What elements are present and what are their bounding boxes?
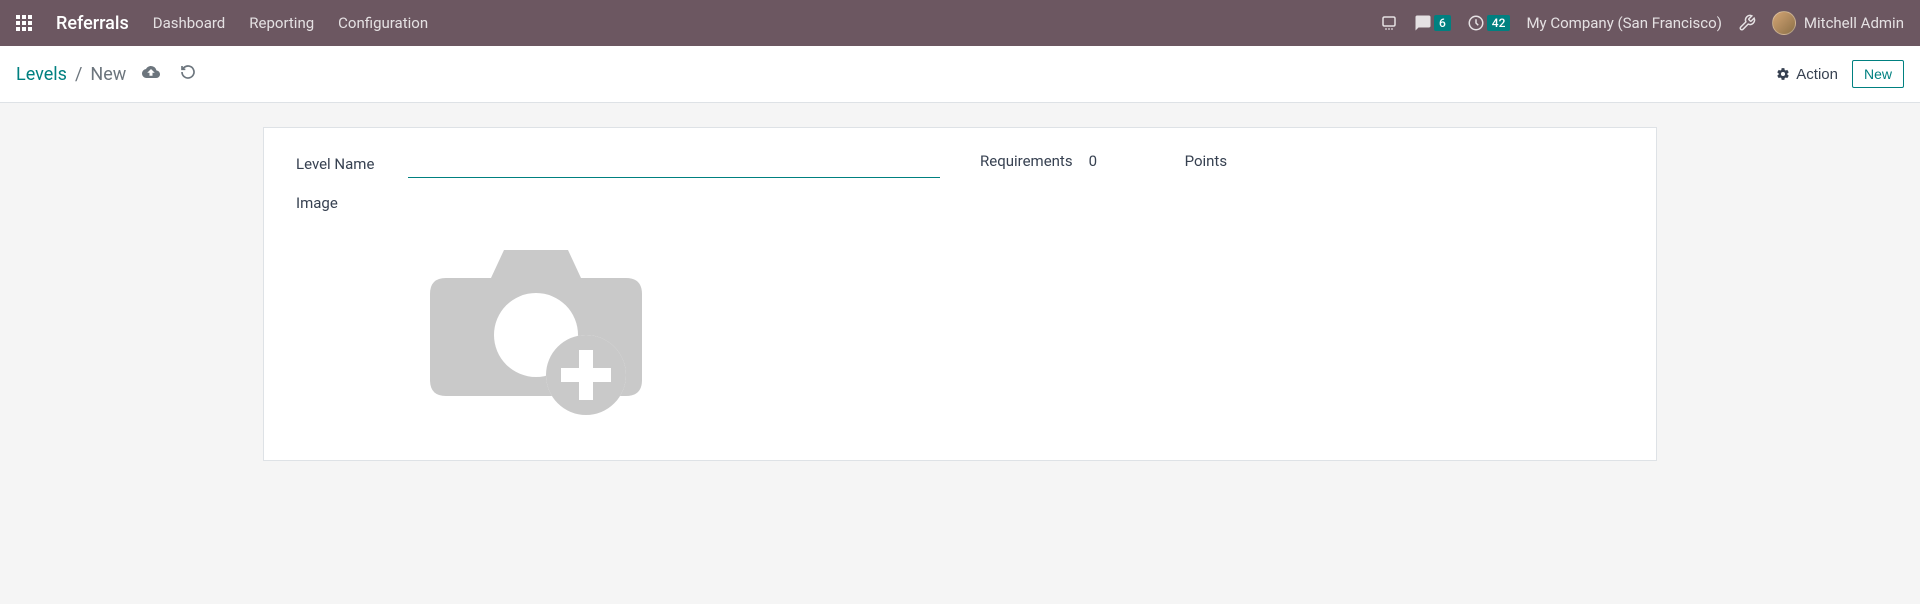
avatar [1772, 11, 1796, 35]
user-menu[interactable]: Mitchell Admin [1772, 11, 1904, 35]
field-level-name: Level Name [296, 152, 940, 178]
field-image: Image [296, 194, 1624, 420]
form-col-left: Level Name [296, 152, 940, 178]
debug-icon[interactable] [1738, 14, 1756, 32]
image-upload[interactable] [406, 220, 666, 420]
status-icons [142, 63, 196, 85]
control-right: Action New [1776, 60, 1904, 88]
navbar-right: 6 42 My Company (San Francisco) Mitchell… [1380, 11, 1904, 35]
breadcrumb-current: New [90, 64, 126, 85]
requirements-label: Requirements [980, 152, 1073, 170]
messages-icon[interactable]: 6 [1414, 14, 1451, 32]
action-label: Action [1796, 66, 1838, 83]
cloud-save-icon[interactable] [142, 63, 160, 85]
nav-links: Dashboard Reporting Configuration [153, 14, 428, 32]
user-name: Mitchell Admin [1804, 14, 1904, 32]
requirements-value[interactable]: 0 [1089, 152, 1169, 170]
camera-add-icon [416, 220, 656, 420]
form-row-top: Level Name Requirements 0 Points [296, 152, 1624, 178]
image-label: Image [296, 194, 338, 212]
breadcrumb-root[interactable]: Levels [16, 64, 67, 85]
points-label: Points [1185, 152, 1228, 170]
nav-configuration[interactable]: Configuration [338, 14, 428, 32]
control-panel: Levels / New Action New [0, 46, 1920, 103]
activities-badge: 42 [1487, 15, 1511, 31]
new-button[interactable]: New [1852, 60, 1904, 88]
navbar-left: Referrals Dashboard Reporting Configurat… [16, 13, 428, 34]
field-requirements: Requirements 0 Points [980, 152, 1624, 170]
activities-icon[interactable]: 42 [1467, 14, 1511, 32]
phone-icon[interactable] [1380, 14, 1398, 32]
messages-badge: 6 [1434, 15, 1451, 31]
nav-reporting[interactable]: Reporting [249, 14, 314, 32]
breadcrumb: Levels / New [16, 64, 126, 85]
company-switcher[interactable]: My Company (San Francisco) [1526, 14, 1721, 32]
content-wrap: Level Name Requirements 0 Points Image [0, 103, 1920, 461]
discard-icon[interactable] [180, 64, 196, 84]
form-sheet: Level Name Requirements 0 Points Image [263, 127, 1657, 461]
app-brand[interactable]: Referrals [56, 13, 129, 34]
breadcrumb-sep: / [75, 64, 82, 85]
gear-icon [1776, 67, 1790, 81]
level-name-label: Level Name [296, 155, 392, 173]
level-name-input[interactable] [408, 152, 940, 178]
main-navbar: Referrals Dashboard Reporting Configurat… [0, 0, 1920, 46]
apps-icon[interactable] [16, 15, 32, 31]
action-dropdown[interactable]: Action [1776, 66, 1838, 83]
form-col-right: Requirements 0 Points [980, 152, 1624, 178]
nav-dashboard[interactable]: Dashboard [153, 14, 226, 32]
